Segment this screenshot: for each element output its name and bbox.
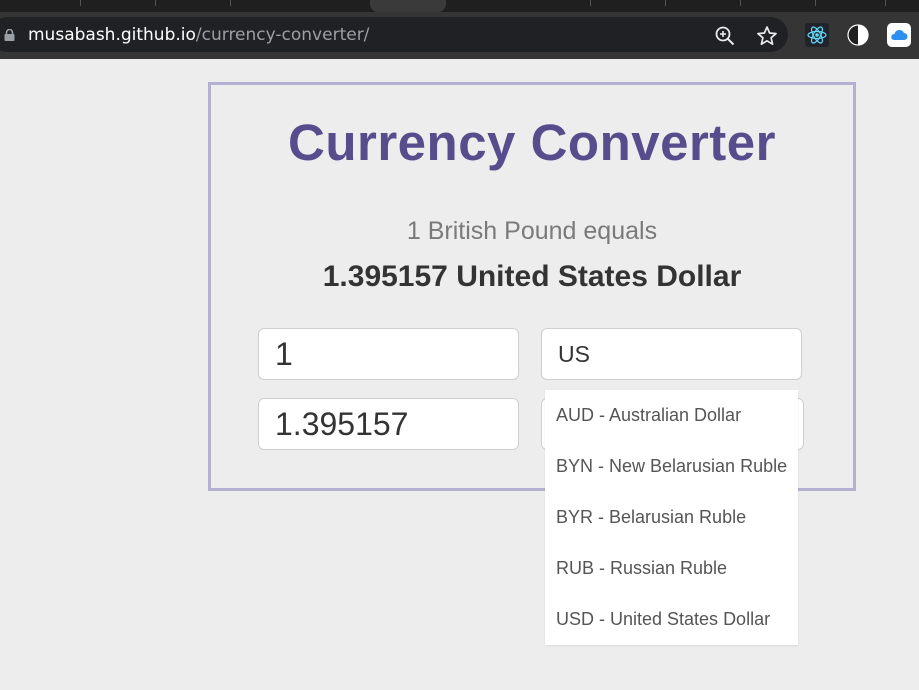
browser-toolbar: musabash.github.io/currency-converter/ — [0, 12, 919, 59]
currency-search-input[interactable]: US — [541, 328, 802, 380]
lock-icon[interactable] — [4, 29, 15, 41]
address-bar[interactable]: musabash.github.io/currency-converter/ — [0, 17, 788, 52]
star-icon[interactable] — [756, 25, 778, 47]
active-tab[interactable] — [370, 0, 446, 12]
cloud-icon[interactable] — [887, 23, 911, 47]
react-icon[interactable] — [805, 23, 829, 47]
tab-separator — [665, 0, 666, 6]
converted-amount-input[interactable]: 1.395157 — [258, 398, 519, 450]
dropdown-option-byr[interactable]: BYR - Belarusian Ruble — [545, 492, 798, 543]
tab-separator — [590, 0, 591, 6]
tab-separator — [885, 0, 886, 6]
tab-separator — [815, 0, 816, 6]
zoom-icon[interactable] — [714, 25, 736, 47]
page-title: Currency Converter — [288, 114, 776, 171]
contrast-icon[interactable] — [846, 23, 870, 47]
url-host: musabash.github.io — [28, 25, 196, 45]
url-path: /currency-converter/ — [195, 25, 370, 45]
tab-separator — [155, 0, 156, 6]
tab-separator — [80, 0, 81, 6]
dropdown-option-rub[interactable]: RUB - Russian Ruble — [545, 543, 798, 594]
amount-input[interactable]: 1 — [258, 328, 519, 380]
tab-separator — [230, 0, 231, 6]
tab-strip — [0, 0, 919, 12]
rate-description: 1 British Pound equals — [406, 217, 658, 245]
url-text[interactable]: musabash.github.io/currency-converter/ — [28, 25, 369, 45]
tab-separator — [740, 0, 741, 6]
dropdown-option-byn[interactable]: BYN - New Belarusian Ruble — [545, 441, 798, 492]
conversion-result: 1.395157 United States Dollar — [322, 260, 742, 293]
dropdown-option-aud[interactable]: AUD - Australian Dollar — [545, 390, 798, 441]
dropdown-option-usd[interactable]: USD - United States Dollar — [545, 594, 798, 645]
currency-dropdown[interactable]: AUD - Australian Dollar BYN - New Belaru… — [545, 390, 798, 645]
